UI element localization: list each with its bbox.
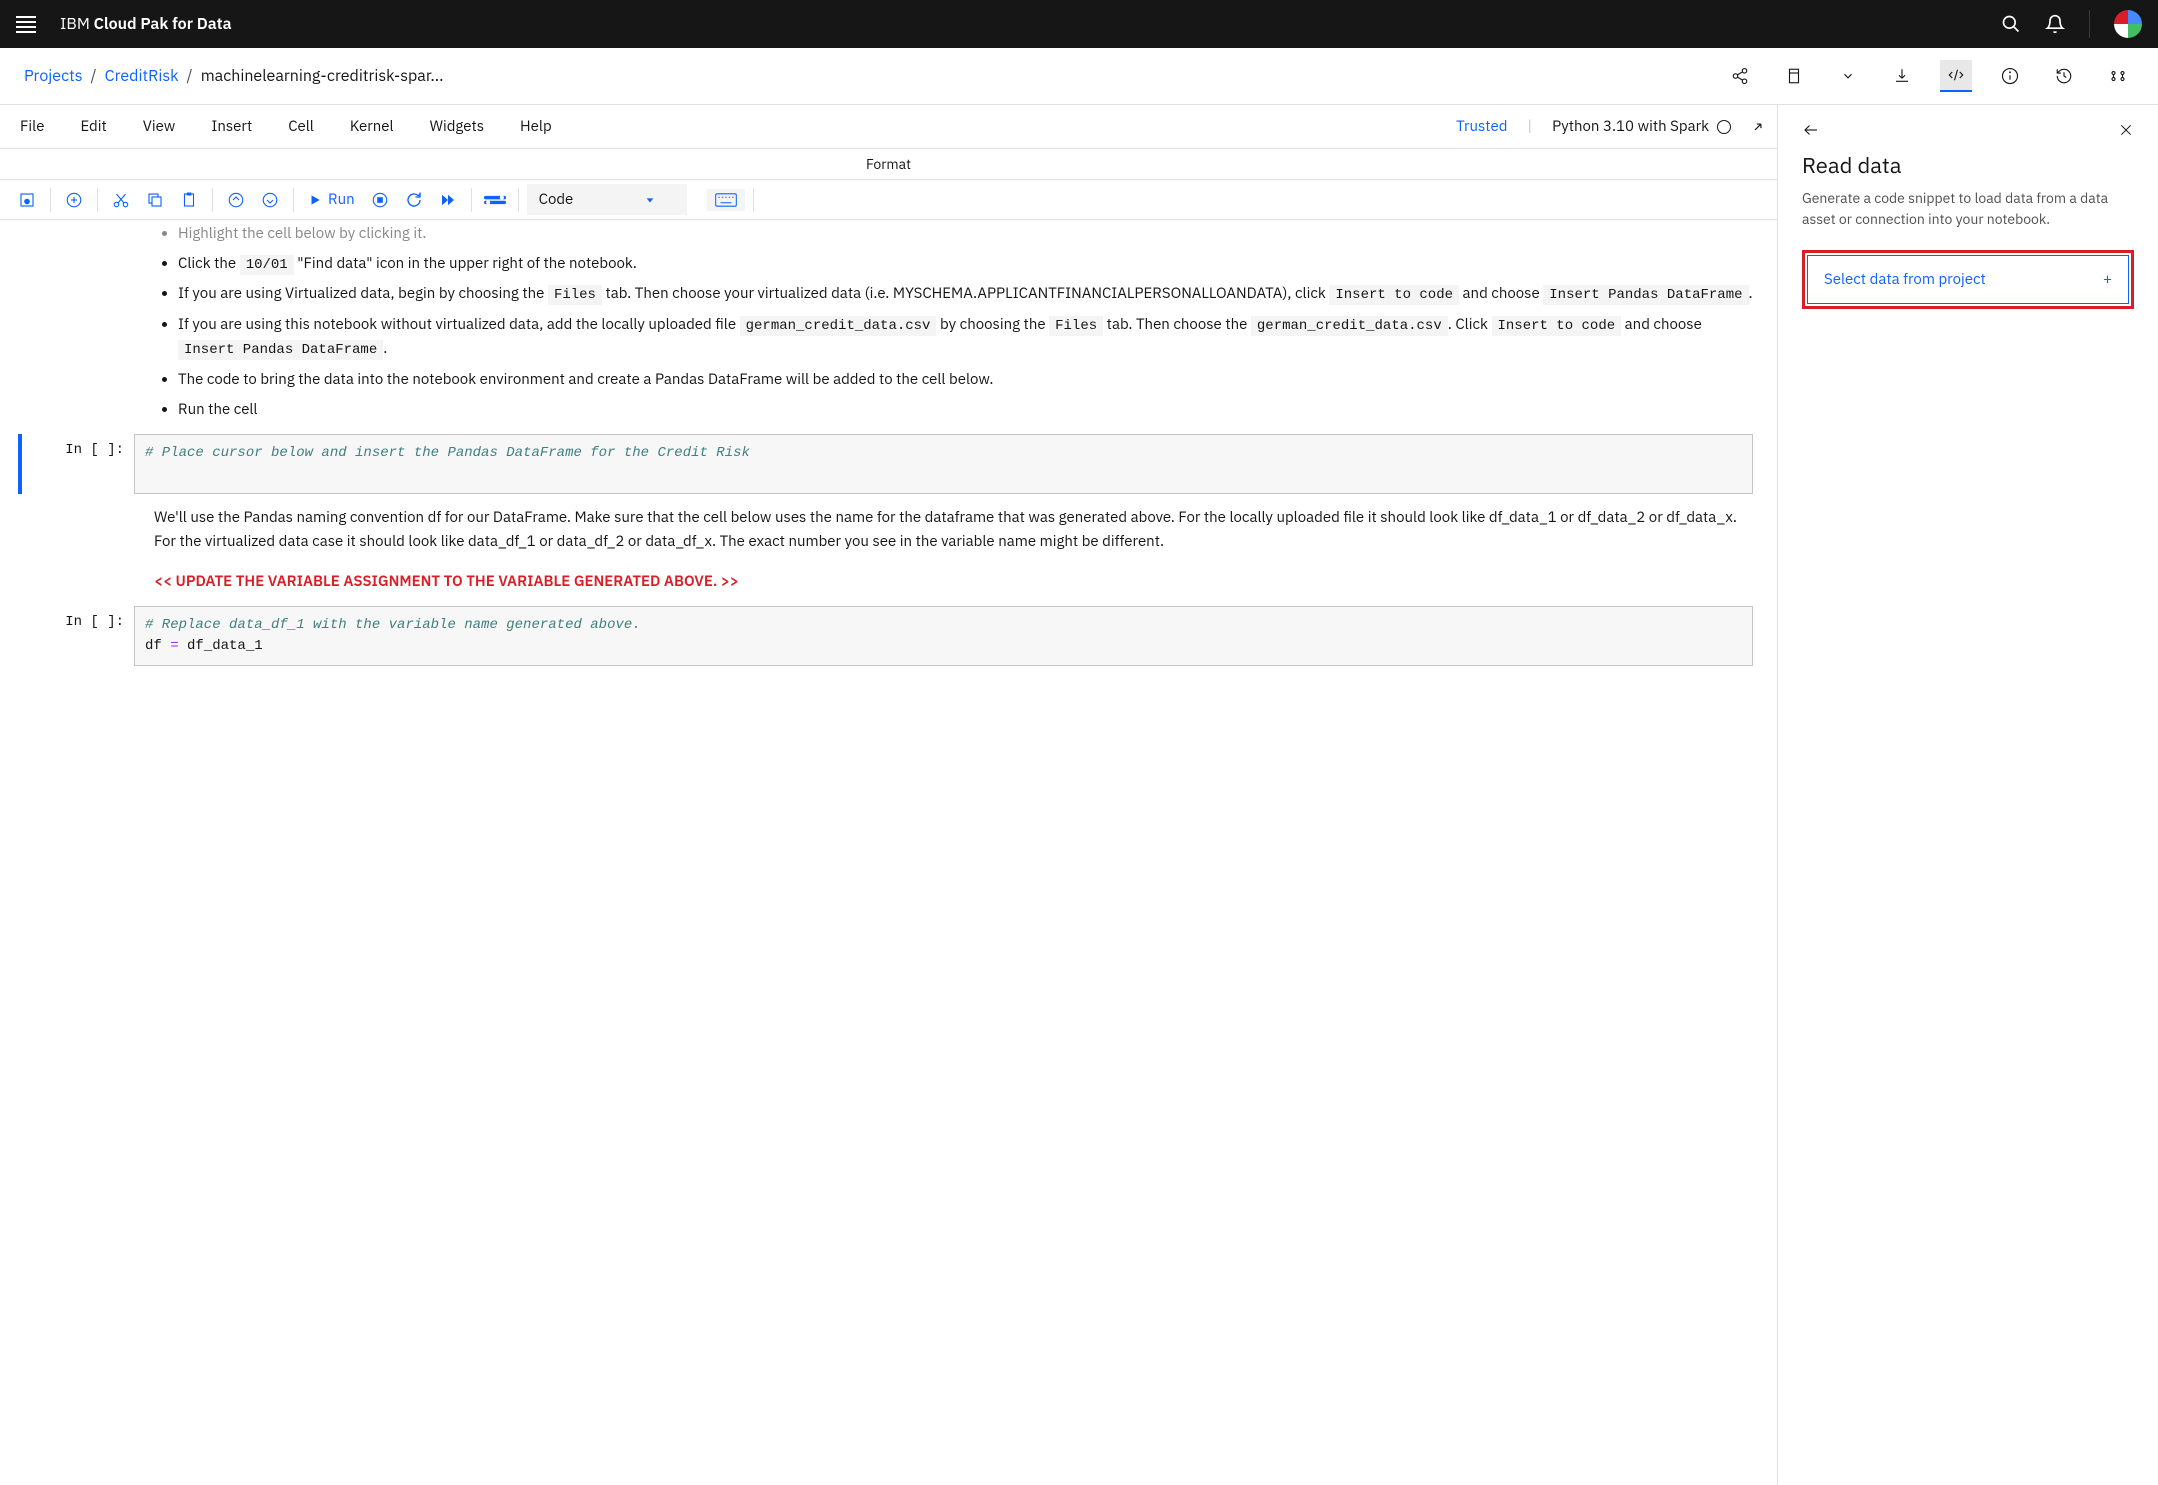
keyboard-icon[interactable] [707, 189, 745, 211]
bookmark-icon[interactable] [1778, 60, 1810, 92]
side-panel: Read data Generate a code snippet to loa… [1778, 105, 2158, 1485]
history-icon[interactable] [2048, 60, 2080, 92]
share-icon[interactable] [1724, 60, 1756, 92]
menu-help[interactable]: Help [512, 113, 560, 140]
fast-forward-icon[interactable] [433, 185, 463, 215]
select-data-button[interactable]: Select data from project + [1807, 255, 2129, 304]
cell-prompt: In [ ]: [24, 434, 134, 466]
menu-widgets[interactable]: Widgets [422, 113, 492, 140]
move-down-icon[interactable] [255, 185, 285, 215]
move-up-icon[interactable] [221, 185, 251, 215]
menu-kernel[interactable]: Kernel [342, 113, 402, 140]
toggle-icon[interactable] [480, 185, 510, 215]
restart-icon[interactable] [399, 185, 429, 215]
panel-description: Generate a code snippet to load data fro… [1802, 188, 2134, 230]
list-item: If you are using Virtualized data, begin… [178, 282, 1753, 306]
code-cell[interactable]: In [ ]: # Replace data_df_1 with the var… [24, 606, 1753, 666]
notifications-icon[interactable] [2045, 14, 2065, 34]
breadcrumb-projects[interactable]: Projects [24, 66, 83, 86]
select-data-highlight: Select data from project + [1802, 250, 2134, 309]
menu-insert[interactable]: Insert [203, 113, 260, 140]
breadcrumb-current: machinelearning-creditrisk-spar... [201, 66, 444, 86]
kernel-status-icon [1717, 120, 1731, 134]
menu-hamburger-icon[interactable] [16, 16, 36, 33]
code-input[interactable]: # Replace data_df_1 with the variable na… [134, 606, 1753, 666]
format-bar: Format [0, 149, 1777, 180]
settings-icon[interactable] [2102, 60, 2134, 92]
save-icon[interactable] [12, 185, 42, 215]
cell-type-select[interactable]: Code [527, 184, 687, 215]
list-item: Run the cell [178, 398, 1753, 422]
cell-prompt: In [ ]: [24, 606, 134, 638]
plus-icon: + [2103, 270, 2112, 289]
format-label[interactable]: Format [866, 155, 911, 173]
breadcrumb: Projects / CreditRisk / machinelearning-… [24, 66, 443, 86]
notebook-area: File Edit View Insert Cell Kernel Widget… [0, 105, 1778, 1485]
trusted-indicator[interactable]: Trusted [1456, 117, 1507, 136]
markdown-warning: << UPDATE THE VARIABLE ASSIGNMENT TO THE… [154, 570, 1753, 594]
markdown-cell[interactable]: Highlight the cell below by clicking it.… [24, 222, 1753, 422]
brand-label: IBM Cloud Pak for Data [60, 14, 232, 34]
menu-cell[interactable]: Cell [280, 113, 322, 140]
panel-title: Read data [1802, 151, 2134, 180]
add-cell-icon[interactable] [59, 185, 89, 215]
jupyter-menu-bar: File Edit View Insert Cell Kernel Widget… [0, 105, 1777, 149]
global-header: IBM Cloud Pak for Data [0, 0, 2158, 48]
chevron-down-icon[interactable] [1832, 60, 1864, 92]
markdown-text: We'll use the Pandas naming convention d… [154, 506, 1753, 554]
jupyter-toolbar: Run Code [0, 180, 1777, 220]
cut-icon[interactable] [106, 185, 136, 215]
search-icon[interactable] [2001, 14, 2021, 34]
list-item: Highlight the cell below by clicking it. [178, 222, 1753, 246]
notebook-content[interactable]: Highlight the cell below by clicking it.… [0, 220, 1777, 1485]
menu-view[interactable]: View [135, 113, 184, 140]
run-button[interactable]: Run [302, 190, 361, 209]
back-icon[interactable] [1802, 121, 1820, 139]
kernel-indicator[interactable]: Python 3.10 with Spark [1552, 117, 1731, 136]
markdown-cell[interactable]: We'll use the Pandas naming convention d… [24, 506, 1753, 594]
stop-icon[interactable] [365, 185, 395, 215]
list-item: If you are using this notebook without v… [178, 313, 1753, 362]
breadcrumb-project-name[interactable]: CreditRisk [105, 66, 179, 86]
menu-edit[interactable]: Edit [72, 113, 114, 140]
download-icon[interactable] [1886, 60, 1918, 92]
code-snippet-icon[interactable] [1940, 60, 1972, 92]
paste-icon[interactable] [174, 185, 204, 215]
close-icon[interactable] [2118, 122, 2134, 138]
code-input[interactable]: # Place cursor below and insert the Pand… [134, 434, 1753, 494]
avatar[interactable] [2114, 10, 2142, 38]
info-icon[interactable] [1994, 60, 2026, 92]
list-item: Click the 10/01 "Find data" icon in the … [178, 252, 1753, 276]
list-item: The code to bring the data into the note… [178, 368, 1753, 392]
menu-file[interactable]: File [12, 113, 52, 140]
copy-icon[interactable] [140, 185, 170, 215]
code-cell-active[interactable]: In [ ]: # Place cursor below and insert … [18, 434, 1753, 494]
expand-icon[interactable] [1751, 120, 1765, 134]
breadcrumb-bar: Projects / CreditRisk / machinelearning-… [0, 48, 2158, 105]
